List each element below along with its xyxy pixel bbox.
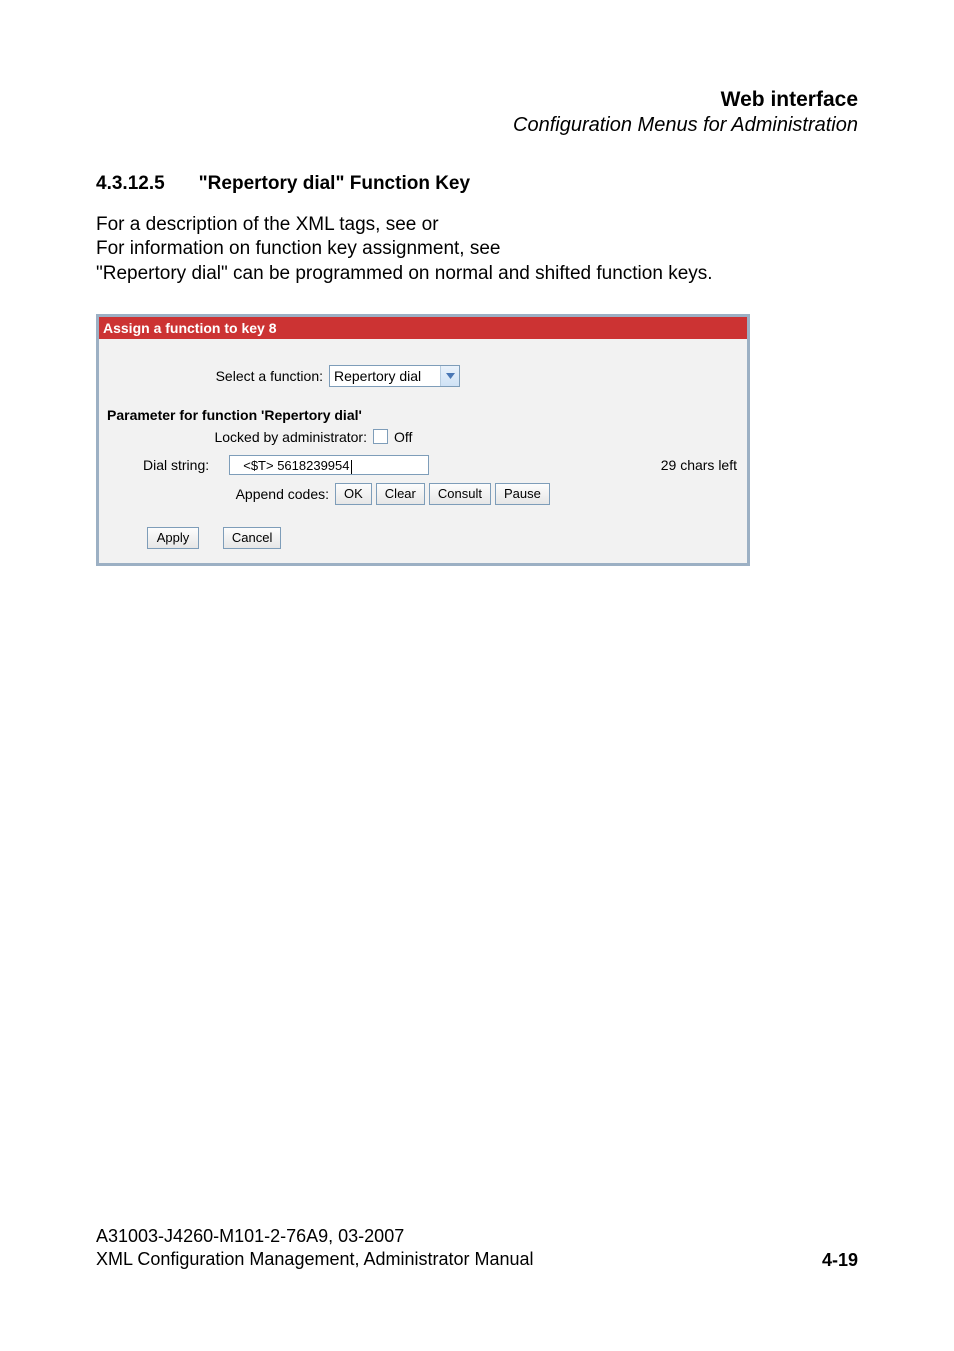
ok-button[interactable]: OK: [335, 483, 372, 505]
section-title: "Repertory dial" Function Key: [199, 173, 470, 194]
locked-value: Off: [394, 429, 412, 445]
intro-line-3: "Repertory dial" can be programmed on no…: [96, 262, 858, 286]
section-heading: 4.3.12.5 "Repertory dial" Function Key: [96, 173, 858, 195]
panel-title: Assign a function to key 8: [99, 317, 747, 339]
locked-checkbox[interactable]: [373, 429, 388, 444]
section-number: 4.3.12.5: [96, 173, 165, 195]
header-subtitle: Configuration Menus for Administration: [96, 114, 858, 137]
clear-button[interactable]: Clear: [376, 483, 425, 505]
apply-button[interactable]: Apply: [147, 527, 199, 549]
parameter-heading: Parameter for function 'Repertory dial': [107, 407, 739, 423]
footer-line-2: XML Configuration Management, Administra…: [96, 1248, 534, 1271]
dial-string-label: Dial string:: [107, 457, 229, 473]
intro-line-2: For information on function key assignme…: [96, 237, 858, 261]
pause-button[interactable]: Pause: [495, 483, 550, 505]
append-codes-label: Append codes:: [107, 486, 335, 502]
chevron-down-icon: [440, 366, 459, 386]
dial-string-input[interactable]: <$T> 5618239954: [229, 455, 429, 475]
select-function-label: Select a function:: [107, 368, 329, 384]
locked-label: Locked by administrator:: [107, 429, 373, 445]
intro-line-1: For a description of the XML tags, see o…: [96, 213, 858, 237]
intro-text: For a description of the XML tags, see o…: [96, 213, 858, 286]
header-title: Web interface: [96, 88, 858, 112]
consult-button[interactable]: Consult: [429, 483, 491, 505]
cancel-button[interactable]: Cancel: [223, 527, 281, 549]
assign-function-panel: Assign a function to key 8 Select a func…: [96, 314, 750, 566]
select-function-dropdown[interactable]: Repertory dial: [329, 365, 460, 387]
page-footer: A31003-J4260-M101-2-76A9, 03-2007 XML Co…: [96, 1225, 858, 1271]
select-function-value: Repertory dial: [330, 366, 440, 386]
chars-left-label: 29 chars left: [651, 457, 739, 473]
page-number: 4-19: [822, 1250, 858, 1271]
page-header: Web interface Configuration Menus for Ad…: [96, 88, 858, 137]
footer-line-1: A31003-J4260-M101-2-76A9, 03-2007: [96, 1225, 534, 1248]
